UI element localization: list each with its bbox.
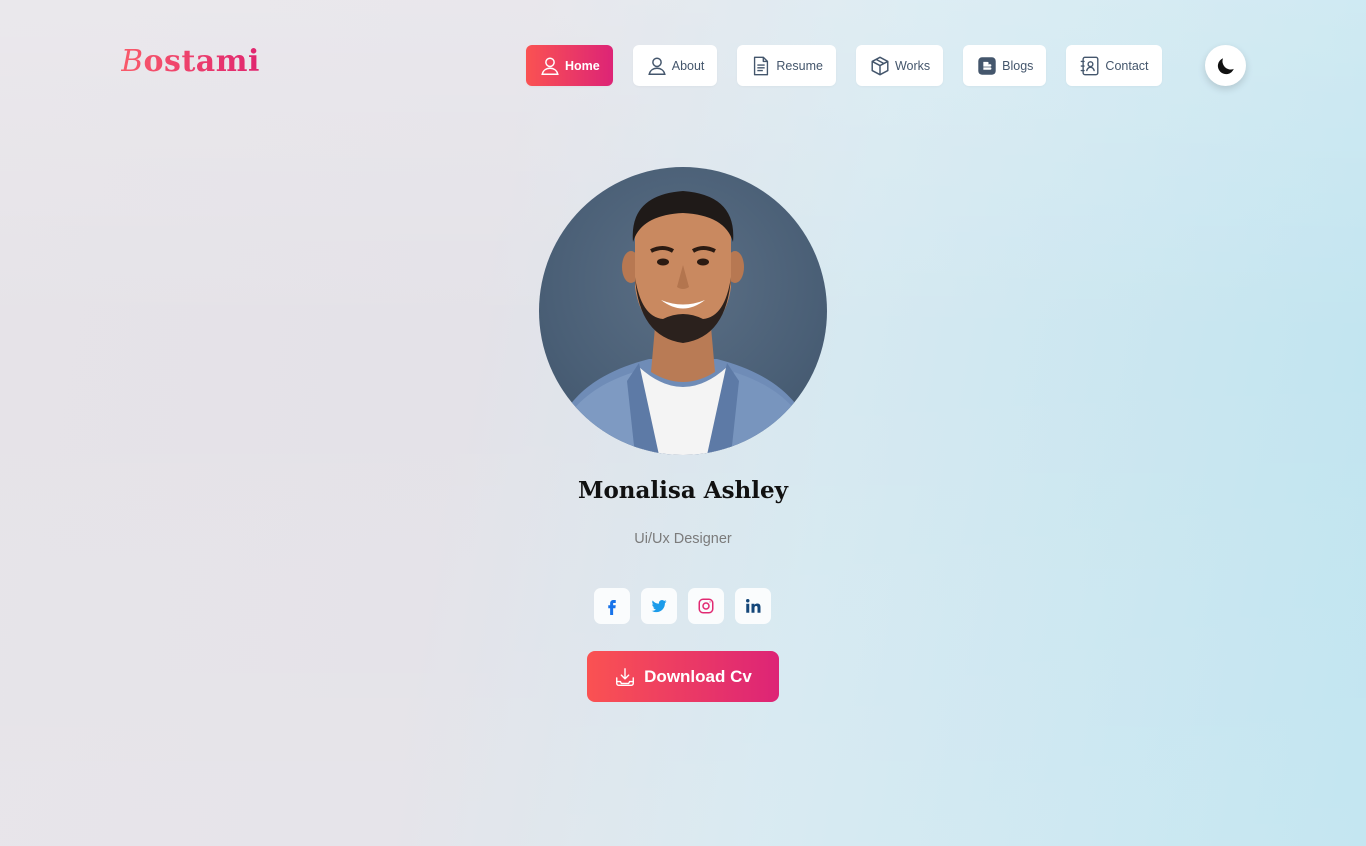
logo[interactable]: Bostami	[121, 44, 260, 79]
download-icon	[616, 667, 635, 686]
theme-toggle-button[interactable]	[1205, 45, 1246, 86]
download-cv-button[interactable]: Download Cv	[587, 651, 779, 702]
nav-works-label: Works	[894, 58, 931, 73]
nav-blogs-label: Blogs	[1002, 58, 1034, 73]
nav-blogs[interactable]: Blogs	[963, 45, 1047, 86]
document-icon	[754, 56, 769, 75]
twitter-icon	[651, 600, 667, 613]
nav-home[interactable]: Home	[526, 45, 613, 86]
avatar-illustration	[549, 191, 819, 455]
nav-contact[interactable]: Contact	[1066, 45, 1162, 86]
nav-about[interactable]: About	[632, 45, 718, 86]
instagram-icon	[698, 598, 714, 614]
facebook-link[interactable]	[594, 588, 630, 624]
nav-works[interactable]: Works	[855, 45, 944, 86]
nav-home-label: Home	[565, 58, 600, 73]
blog-icon	[978, 56, 996, 75]
download-cv-label: Download Cv	[644, 666, 752, 686]
user-icon	[541, 56, 559, 75]
facebook-icon	[608, 600, 616, 615]
instagram-link[interactable]	[688, 588, 724, 624]
profile-role: Ui/Ux Designer	[634, 531, 732, 547]
twitter-link[interactable]	[641, 588, 677, 624]
linkedin-icon	[746, 599, 761, 613]
profile-name: Monalisa Ashley	[577, 477, 788, 504]
nav-about-label: About	[671, 58, 705, 73]
box-icon	[871, 56, 889, 75]
social-links	[594, 588, 771, 624]
main-nav: Home About Resume Works Blogs Contact	[526, 45, 1162, 86]
profile-avatar	[539, 167, 827, 455]
contact-book-icon	[1081, 56, 1099, 75]
logo-text: ostami	[143, 44, 260, 79]
linkedin-link[interactable]	[735, 588, 771, 624]
nav-resume[interactable]: Resume	[737, 45, 836, 86]
nav-contact-label: Contact	[1105, 58, 1149, 73]
site-header: Bostami Home About Resume Works Blogs Co…	[0, 0, 1366, 130]
logo-initial: B	[121, 44, 144, 79]
moon-icon	[1217, 57, 1234, 74]
nav-resume-label: Resume	[776, 58, 823, 73]
user-icon	[648, 56, 666, 75]
